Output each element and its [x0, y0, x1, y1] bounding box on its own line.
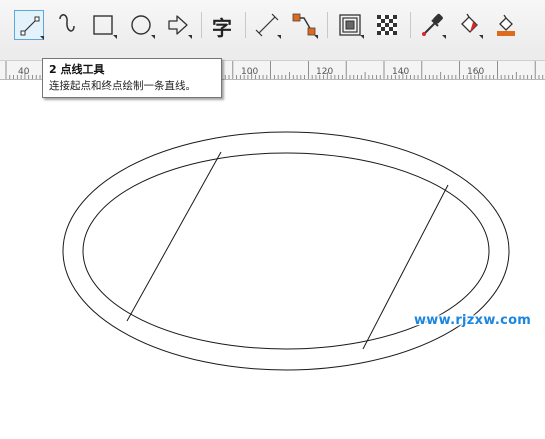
left-straight-line[interactable] [126, 151, 222, 322]
site-watermark: www.rjzxw.com [414, 313, 532, 328]
tool-tooltip: 2 点线工具 连接起点和终点绘制一条直线。 [42, 58, 222, 98]
outer-ellipse[interactable] [62, 131, 510, 371]
tooltip-description: 连接起点和终点绘制一条直线。 [49, 80, 196, 92]
tooltip-title: 2 点线工具 [49, 63, 105, 76]
